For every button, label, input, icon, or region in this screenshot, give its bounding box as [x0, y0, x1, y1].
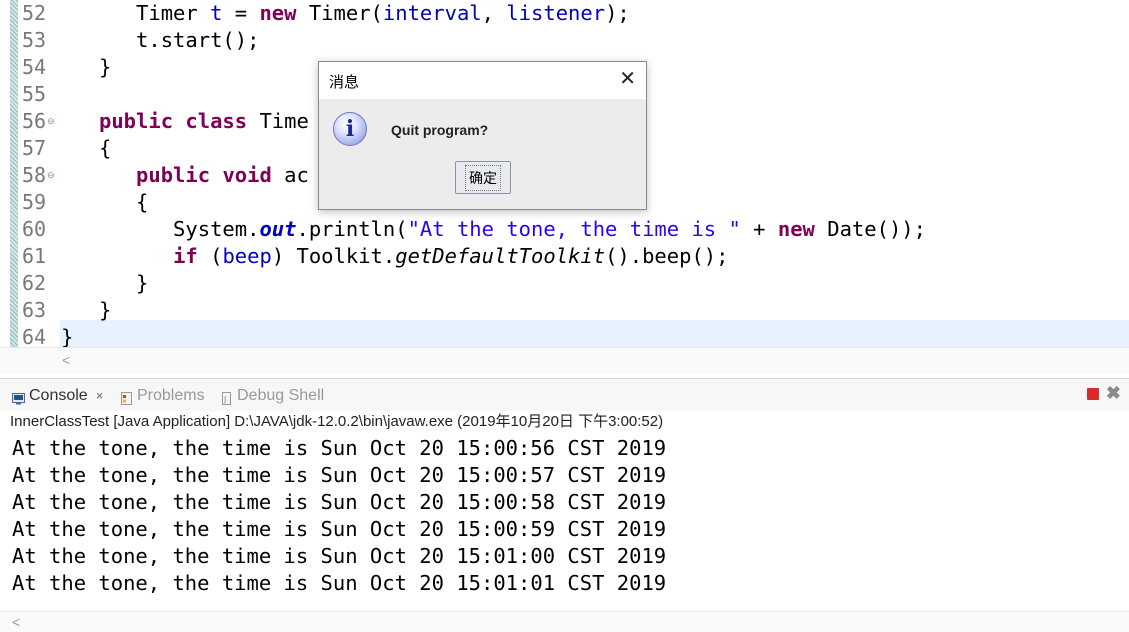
code-token: =	[222, 1, 260, 25]
code-line[interactable]: {	[99, 189, 148, 216]
code-line[interactable]: System.out.println("At the tone, the tim…	[99, 216, 926, 243]
tab-debug-shell[interactable]: J Debug Shell	[220, 385, 324, 407]
editor-horizontal-scrollbar[interactable]: <	[0, 347, 1129, 374]
svg-text:J: J	[223, 395, 226, 404]
code-token: out	[259, 217, 297, 241]
code-token: {	[99, 136, 112, 160]
terminate-icon[interactable]	[1087, 388, 1099, 400]
code-line[interactable]: }	[99, 297, 111, 324]
dialog-close-icon[interactable]: ✕	[619, 68, 636, 90]
information-icon: i	[333, 112, 367, 146]
code-token: new	[259, 1, 297, 25]
code-token: ().beep();	[605, 244, 729, 268]
line-number: 63	[22, 298, 47, 322]
console-output-line: At the tone, the time is Sun Oct 20 15:0…	[12, 517, 667, 541]
ok-button-label: 确定	[465, 164, 501, 191]
scroll-left-icon[interactable]: <	[62, 352, 70, 368]
code-line[interactable]: {	[99, 135, 111, 162]
code-token: getDefaultToolkit	[395, 244, 606, 268]
dialog-title: 消息	[329, 74, 360, 91]
ok-button[interactable]: 确定	[455, 161, 511, 194]
code-token: }	[99, 271, 149, 295]
current-line-highlight	[60, 320, 1129, 347]
code-token: class	[185, 109, 248, 133]
console-output: At the tone, the time is Sun Oct 20 15:0…	[12, 435, 666, 597]
code-token: new	[777, 217, 815, 241]
console-icon	[12, 390, 25, 404]
line-number: 57	[22, 136, 47, 160]
scroll-left-icon[interactable]: <	[12, 614, 20, 630]
console-horizontal-scrollbar[interactable]: <	[0, 611, 1129, 632]
code-token: Timer(	[296, 1, 383, 25]
process-description: InnerClassTest [Java Application] D:\JAV…	[10, 413, 664, 430]
code-token: Date());	[814, 217, 926, 241]
code-line[interactable]: if (beep) Toolkit.getDefaultToolkit().be…	[99, 243, 728, 270]
line-number: 59	[22, 190, 47, 214]
line-number: 52	[22, 1, 47, 25]
tab-problems[interactable]: Problems	[120, 385, 205, 407]
code-token: {	[99, 190, 149, 214]
remove-all-terminated-icon[interactable]: ✖	[1106, 383, 1121, 404]
code-token: if	[173, 244, 198, 268]
debug-shell-icon: J	[220, 390, 233, 405]
code-token: beep	[222, 244, 272, 268]
code-line[interactable]: t.start();	[99, 27, 259, 54]
code-token: Timer	[99, 1, 211, 25]
code-token: System.	[99, 217, 260, 241]
code-line[interactable]: Timer t = new Timer(interval, listener);	[99, 0, 630, 27]
code-token: }	[61, 325, 74, 349]
code-token: t	[210, 1, 223, 25]
code-token: (	[197, 244, 223, 268]
code-token: ,	[481, 1, 507, 25]
message-dialog: 消息 ✕ i Quit program? 确定	[318, 61, 647, 210]
problems-icon	[120, 390, 133, 405]
code-token: Time	[247, 109, 309, 133]
console-output-line: At the tone, the time is Sun Oct 20 15:0…	[12, 544, 667, 568]
dialog-message: Quit program?	[391, 122, 489, 138]
line-number: 53	[22, 28, 47, 52]
code-token: .println(	[296, 217, 408, 241]
line-number: 60	[22, 217, 47, 241]
code-token: public	[136, 163, 211, 187]
line-number: 61	[22, 244, 47, 268]
code-token: t.start();	[99, 28, 260, 52]
console-output-line: At the tone, the time is Sun Oct 20 15:0…	[12, 571, 667, 595]
code-token: }	[99, 298, 112, 322]
line-number: 54	[22, 55, 47, 79]
code-token: ac	[271, 163, 309, 187]
code-token: "At the tone, the time is "	[407, 217, 741, 241]
fold-toggle-icon[interactable]: ⊖	[47, 108, 55, 135]
code-token: }	[99, 55, 112, 79]
view-tab-bar: Console × Problems J Debug Shell ✖	[0, 379, 1129, 411]
console-output-line: At the tone, the time is Sun Oct 20 15:0…	[12, 490, 667, 514]
overview-ruler	[10, 0, 18, 347]
code-token: public	[99, 109, 174, 133]
close-icon[interactable]: ×	[96, 385, 104, 407]
code-token: +	[740, 217, 778, 241]
line-number: 55	[22, 82, 47, 106]
console-output-line: At the tone, the time is Sun Oct 20 15:0…	[12, 436, 667, 460]
code-token: );	[605, 1, 630, 25]
dialog-title-bar[interactable]: 消息 ✕	[319, 62, 646, 99]
code-line[interactable]: }	[99, 54, 111, 81]
code-line[interactable]: }	[99, 270, 148, 297]
tab-console-label: Console	[29, 387, 88, 404]
tab-console[interactable]: Console ×	[12, 385, 103, 407]
console-view: Console × Problems J Debug Shell ✖ Inner…	[0, 378, 1129, 632]
console-output-line: At the tone, the time is Sun Oct 20 15:0…	[12, 463, 667, 487]
code-token: ) Toolkit.	[271, 244, 396, 268]
tab-debug-shell-label: Debug Shell	[237, 387, 325, 404]
line-number: 62	[22, 271, 47, 295]
code-token: listener	[506, 1, 606, 25]
code-token: void	[222, 163, 272, 187]
code-token: interval	[382, 1, 482, 25]
fold-toggle-icon[interactable]: ⊖	[47, 162, 55, 189]
tab-problems-label: Problems	[137, 387, 205, 404]
